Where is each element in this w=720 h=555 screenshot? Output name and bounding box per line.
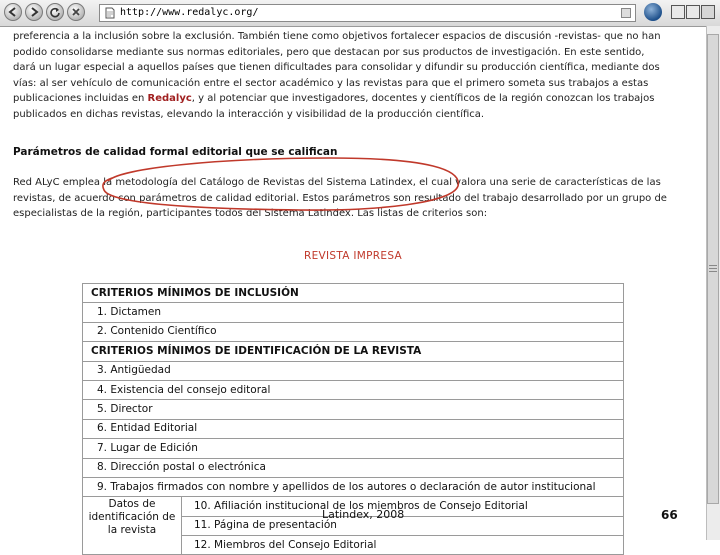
table-cell: 5. Director — [82, 399, 624, 420]
text-line: publicados en dichas revistas, elevando … — [13, 108, 485, 120]
table-row: 4. Existencia del consejo editoral — [82, 379, 624, 401]
method-paragraph: Red ALyC emplea la metodología del Catál… — [13, 175, 691, 222]
text-line: preferencia a la inclusión sobre la excl… — [13, 31, 661, 42]
reload-button[interactable] — [46, 3, 64, 21]
table-row: 7. Lugar de Edición — [82, 438, 624, 459]
table-cell: 9. Trabajos firmados con nombre y apelli… — [82, 476, 624, 498]
url-dropdown-button[interactable] — [621, 8, 631, 18]
text-line: podido consolidarse mediante sus normas … — [13, 46, 645, 58]
table-title: REVISTA IMPRESA — [304, 250, 402, 262]
table-cell: 2. Contenido Científico — [82, 321, 624, 343]
minimize-button[interactable] — [671, 5, 685, 19]
maximize-button[interactable] — [686, 5, 700, 19]
text-line: especialistas de la región, participante… — [13, 208, 488, 219]
back-button[interactable] — [4, 3, 22, 21]
browser-toolbar: http://www.redalyc.org/ — [0, 0, 720, 27]
row-group-label: Datos de identificación de la revista — [82, 496, 182, 555]
table-cell: 1. Dictamen — [82, 302, 624, 323]
table-cell: 7. Lugar de Edición — [82, 438, 624, 459]
stop-button[interactable] — [67, 3, 85, 21]
intro-paragraph: preferencia a la inclusión sobre la excl… — [13, 29, 691, 122]
url-text: http://www.redalyc.org/ — [120, 7, 259, 18]
table-cell: 12. Miembros del Consejo Editorial — [181, 535, 624, 555]
table-row: 8. Dirección postal o electrónica — [82, 457, 624, 478]
table-cell: 6. Entidad Editorial — [82, 418, 624, 440]
redalyc-brand: Redalyc — [147, 93, 192, 104]
page-number: 66 — [661, 508, 678, 522]
throbber-icon — [644, 3, 662, 21]
reload-icon — [50, 7, 60, 18]
table-row: CRITERIOS MÍNIMOS DE IDENTIFICACIÓN DE L… — [82, 341, 624, 362]
scroll-grip-line — [709, 265, 717, 266]
text-line: vías: al ser vehículo de comunicación en… — [13, 77, 649, 89]
text-line: publicaciones incluidas en Redalyc, y al… — [13, 91, 691, 107]
text-line: Red ALyC emplea la metodología del Catál… — [13, 177, 661, 188]
table-cell: 4. Existencia del consejo editoral — [82, 379, 624, 401]
scroll-grip-line — [709, 268, 717, 269]
table-row: 5. Director — [82, 399, 624, 420]
back-arrow-icon — [8, 7, 16, 17]
text-fragment: publicaciones incluidas en — [13, 93, 148, 104]
stop-icon — [72, 8, 80, 16]
page-icon — [105, 7, 115, 19]
table-row: CRITERIOS MÍNIMOS DE INCLUSIÓN — [82, 282, 624, 304]
forward-arrow-icon — [31, 7, 39, 17]
table-row: 2. Contenido Científico — [82, 321, 624, 343]
slide-footer: Latindex, 2008 — [322, 508, 405, 521]
table-cell: 8. Dirección postal o electrónica — [82, 457, 624, 478]
table-cell: 3. Antigüedad — [82, 360, 624, 381]
address-bar[interactable]: http://www.redalyc.org/ — [99, 4, 636, 22]
table-row: 1. Dictamen — [82, 302, 624, 323]
scrollbar-thumb[interactable] — [707, 34, 719, 504]
table-row: 3. Antigüedad — [82, 360, 624, 381]
table-header: CRITERIOS MÍNIMOS DE IDENTIFICACIÓN DE L… — [82, 341, 624, 362]
text-fragment: , y al potenciar que investigadores, doc… — [191, 93, 655, 104]
text-line: revistas, de acuerdo con parámetros de c… — [13, 192, 667, 204]
scroll-grip-line — [709, 271, 717, 272]
text-line: dará un lugar especial a aquellos países… — [13, 62, 660, 73]
forward-button[interactable] — [25, 3, 43, 21]
table-header: CRITERIOS MÍNIMOS DE INCLUSIÓN — [82, 282, 624, 304]
section-heading: Parámetros de calidad formal editorial q… — [13, 146, 338, 158]
table-row: 6. Entidad Editorial — [82, 418, 624, 440]
table-row: 9. Trabajos firmados con nombre y apelli… — [82, 476, 624, 498]
close-button[interactable] — [701, 5, 715, 19]
